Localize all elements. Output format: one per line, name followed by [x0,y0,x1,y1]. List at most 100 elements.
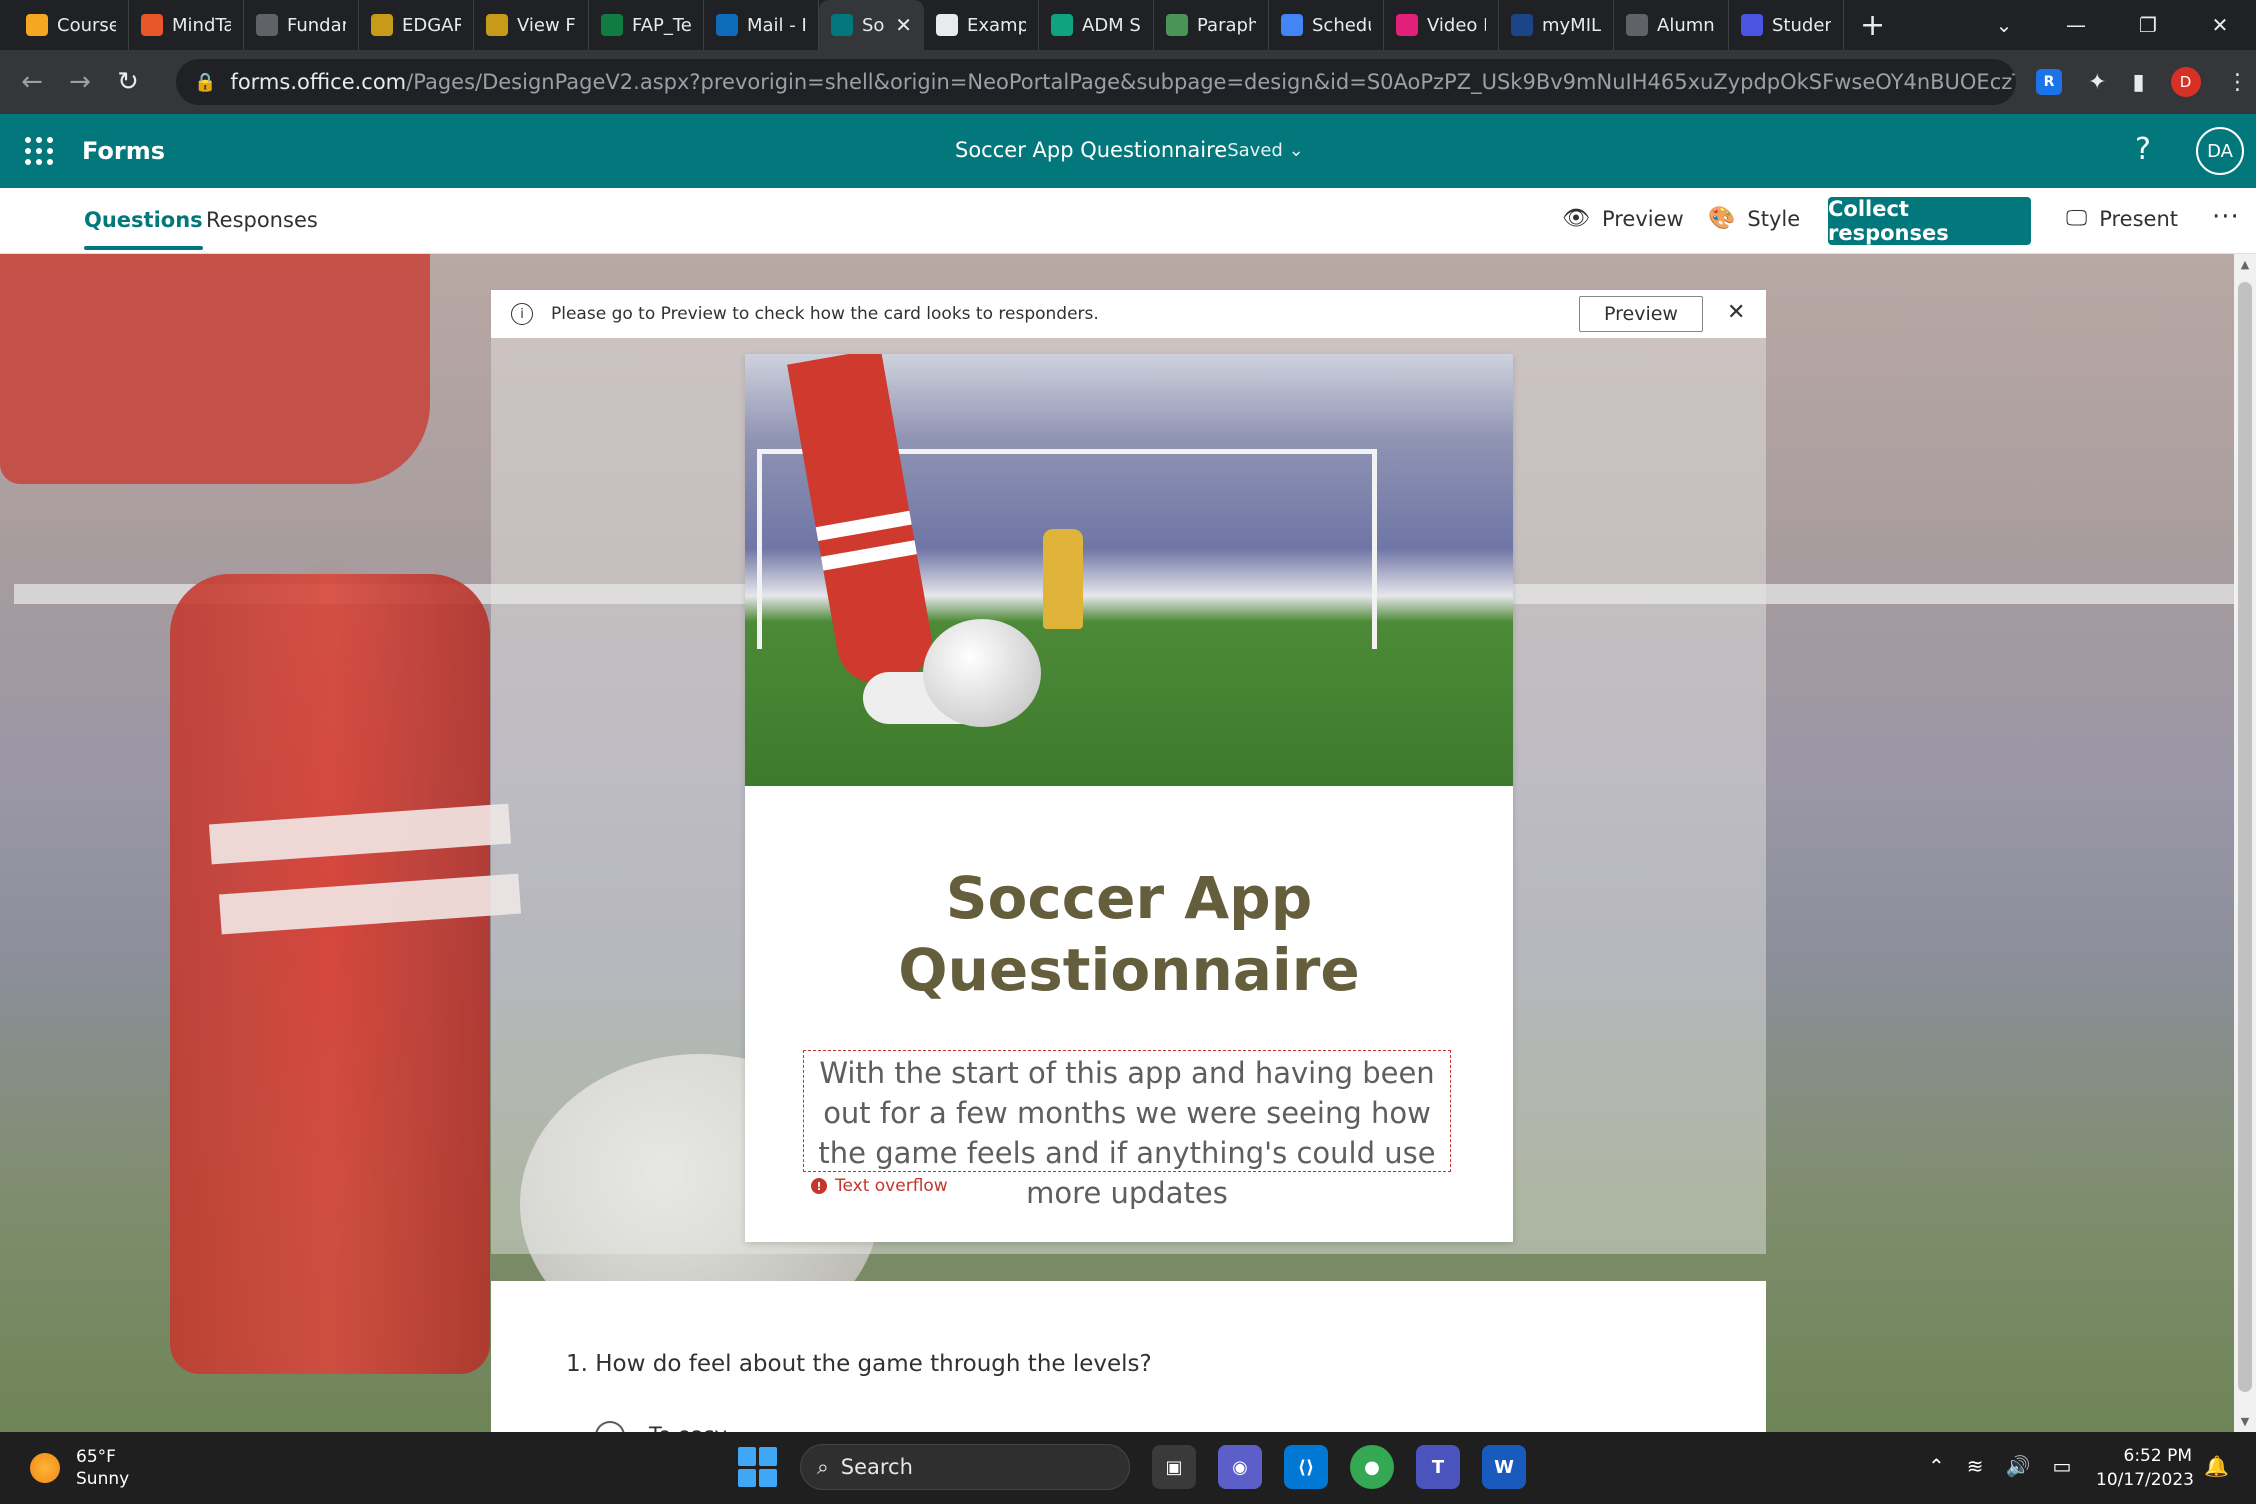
preview-button[interactable]: 👁 Preview [1562,206,1684,231]
browser-tab[interactable]: Paraph [1154,0,1269,50]
taskbar-apps: ⌕ Search ▣ ◉ ⟨⟩ ● T W [738,1444,1526,1490]
user-avatar[interactable]: DA [2196,127,2244,175]
scroll-down-icon[interactable]: ▼ [2234,1415,2256,1428]
word-icon[interactable]: W [1482,1445,1526,1489]
browser-tab[interactable]: Course [14,0,129,50]
browser-tab[interactable]: Schedu [1269,0,1384,50]
reload-button[interactable]: ↻ [104,67,152,97]
browser-tab[interactable]: ADM S [1039,0,1154,50]
text-overflow-warning: ! Text overflow [807,1176,952,1196]
tab-title: FAP_Te [632,14,691,36]
teams-icon[interactable]: T [1416,1445,1460,1489]
more-options-icon[interactable]: ··· [2212,202,2240,232]
browser-tab[interactable]: myMIL [1499,0,1614,50]
help-button[interactable]: ? [2135,132,2151,167]
battery-icon[interactable]: ▭ [2052,1454,2071,1478]
wifi-icon[interactable]: ≋ [1967,1454,1984,1478]
back-button[interactable]: ← [8,67,56,97]
browser-tab[interactable]: View Fi [474,0,589,50]
cover-card[interactable]: Soccer App Questionnaire With the start … [745,354,1513,1242]
browser-tab[interactable]: Alumn [1614,0,1729,50]
outlook-icon [716,14,738,36]
address-bar: ← → ↻ 🔒 forms.office.com/Pages/DesignPag… [0,50,2256,114]
tab-title: Paraph [1197,14,1256,36]
present-label: Present [2099,206,2179,231]
browser-tab[interactable]: Fundar [244,0,359,50]
taskbar-search[interactable]: ⌕ Search [800,1444,1130,1490]
browser-tab[interactable]: EDGAR [359,0,474,50]
scrollbar-thumb[interactable] [2238,282,2252,1392]
minimize-button[interactable]: — [2040,13,2112,37]
extension-icon[interactable]: R [2036,69,2062,95]
new-tab-button[interactable]: + [1860,8,1885,43]
window-controls: ⌄ — ❐ ✕ [1968,0,2256,50]
side-panel-icon[interactable]: ▮ [2132,70,2144,95]
save-status[interactable]: - Saved ⌄ [1215,140,1304,161]
notification-bell-icon[interactable]: 🔔 [2204,1454,2229,1478]
close-icon[interactable]: ✕ [1727,300,1745,325]
weather-widget[interactable]: 65°F Sunny [30,1446,129,1490]
option-radio[interactable] [595,1421,625,1432]
close-window-button[interactable]: ✕ [2184,13,2256,37]
search-icon: ⌕ [817,1454,829,1479]
volume-icon[interactable]: 🔊 [2006,1454,2031,1478]
chrome-icon[interactable]: ● [1350,1445,1394,1489]
profile-avatar[interactable]: D [2170,67,2201,97]
tab-questions[interactable]: Questions [84,208,203,250]
browser-tab[interactable]: Video I [1384,0,1499,50]
question-text: 1. How do feel about the game through th… [566,1351,1152,1377]
tab-title: View Fi [517,14,576,36]
tab-title: Schedu [1312,14,1371,36]
browser-tab[interactable]: FAP_Te [589,0,704,50]
clock-time: 6:52 PM [2123,1446,2193,1466]
puzzle-extensions-icon[interactable]: ✦ [2088,70,2106,95]
collect-responses-button[interactable]: Collect responses [1828,197,2031,245]
style-button[interactable]: 🎨 Style [1708,206,1800,231]
search-label: Search [840,1455,913,1479]
present-button[interactable]: 🖵 Present [2066,206,2178,231]
clock[interactable]: 6:52 PM 10/17/2023 [2096,1444,2194,1492]
start-windows-icon[interactable] [738,1447,778,1487]
style-label: Style [1747,206,1801,231]
form-title[interactable]: Soccer App Questionnaire [955,138,1227,162]
form-canvas: i Please go to Preview to check how the … [0,254,2256,1432]
mindtap-icon [141,14,163,36]
play-icon [1396,14,1418,36]
forms-header: Forms Soccer App Questionnaire - Saved ⌄… [0,114,2256,188]
forward-button[interactable]: → [56,67,104,97]
chevron-up-icon[interactable]: ⌃ [1928,1454,1945,1478]
browser-menu-icon[interactable]: ⋮ [2227,70,2249,95]
page-scrollbar[interactable]: ▲ ▼ [2234,254,2256,1432]
restore-button[interactable]: ❐ [2112,13,2184,37]
browser-tab[interactable]: So ✕ [819,0,924,50]
vscode-icon[interactable]: ⟨⟩ [1284,1445,1328,1489]
browser-tab[interactable]: MindTa [129,0,244,50]
cover-image[interactable] [745,354,1513,786]
browser-tab[interactable]: Mail - I [704,0,819,50]
close-tab-icon[interactable]: ✕ [895,13,912,37]
system-tray: ⌃ ≋ 🔊 ▭ [1928,1454,2071,1478]
browser-tab[interactable]: Exampl [924,0,1039,50]
app-launcher-icon[interactable] [22,134,56,168]
notice-preview-button[interactable]: Preview [1579,296,1703,332]
lock-icon[interactable]: 🔒 [194,72,216,93]
url-host: forms.office.com [230,70,407,94]
cover-description-input[interactable]: With the start of this app and having be… [803,1050,1451,1210]
tab-search-icon[interactable]: ⌄ [1968,13,2040,37]
question-card[interactable]: 1. How do feel about the game through th… [491,1281,1766,1432]
notice-text: Please go to Preview to check how the ca… [551,304,1099,324]
background-shorts [0,254,430,484]
browser-tab[interactable]: Studen [1729,0,1844,50]
cover-title[interactable]: Soccer App Questionnaire [745,862,1513,1006]
warning-text: Text overflow [835,1176,948,1196]
mymil-icon [1511,14,1533,36]
teams-chat-icon[interactable]: ◉ [1218,1445,1262,1489]
globe-icon [1626,14,1648,36]
goalkeeper [1043,529,1083,629]
app-name[interactable]: Forms [82,137,165,165]
tab-title: MindTa [172,14,231,36]
task-view-icon[interactable]: ▣ [1152,1445,1196,1489]
url-input[interactable]: 🔒 forms.office.com/Pages/DesignPageV2.as… [176,59,2016,105]
tab-responses[interactable]: Responses [206,208,318,232]
scroll-up-icon[interactable]: ▲ [2234,258,2256,271]
